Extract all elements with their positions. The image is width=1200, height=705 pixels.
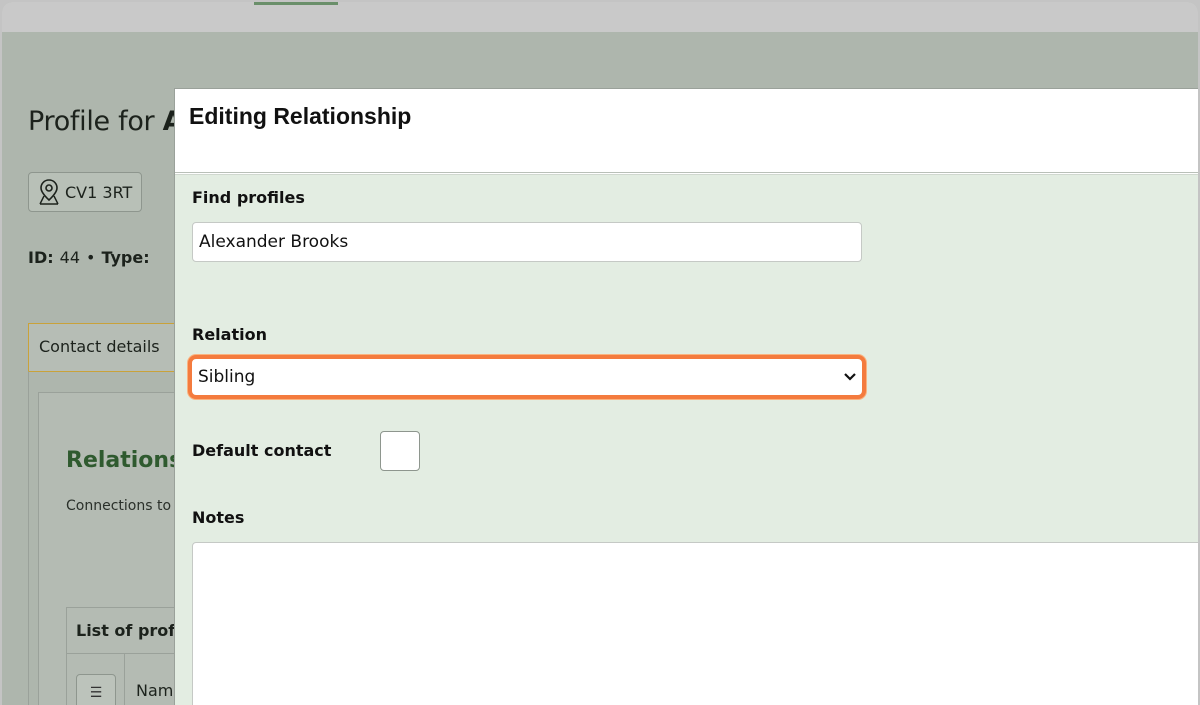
relations-heading: Relations — [66, 448, 183, 473]
type-label: Type: — [101, 248, 150, 267]
notes-label: Notes — [192, 508, 245, 527]
page-title: Profile for A — [28, 106, 184, 137]
default-contact-checkbox[interactable] — [380, 431, 420, 471]
tab-contact-details[interactable]: Contact details — [28, 323, 188, 371]
profiles-list-title: List of prof — [76, 621, 176, 640]
id-label: ID: — [28, 248, 54, 267]
default-contact-label: Default contact — [192, 441, 332, 460]
browser-frame: Profile for A CV1 3RT ID: 44 • Type: Con… — [2, 2, 1198, 705]
profile-meta: ID: 44 • Type: — [28, 248, 150, 267]
postcode-button[interactable]: CV1 3RT — [28, 172, 142, 212]
id-value: 44 — [59, 248, 80, 267]
find-profiles-label: Find profiles — [192, 188, 305, 207]
column-menu-button[interactable]: ☰ — [76, 674, 116, 705]
page-title-prefix: Profile for — [28, 106, 155, 137]
active-tab-indicator — [254, 2, 338, 5]
connections-description: Connections to — [66, 498, 172, 514]
browser-topbar — [2, 2, 1198, 32]
map-pin-icon — [39, 179, 59, 205]
relation-label: Relation — [192, 325, 267, 344]
postcode-label: CV1 3RT — [65, 182, 133, 202]
find-profiles-input[interactable] — [192, 222, 862, 262]
modal-title: Editing Relationship — [189, 103, 412, 129]
relation-select[interactable]: Sibling — [188, 355, 866, 399]
relation-selected-value: Sibling — [198, 367, 256, 387]
meta-separator: • — [86, 248, 96, 267]
name-column-header[interactable]: Nam — [136, 681, 173, 700]
modal-header: Editing Relationship — [175, 89, 1198, 173]
menu-icon: ☰ — [89, 685, 103, 701]
chevron-down-icon — [844, 370, 856, 384]
table-column-divider — [124, 653, 125, 705]
edit-relationship-modal: Editing Relationship Find profiles Relat… — [174, 88, 1198, 705]
notes-textarea[interactable] — [192, 542, 1198, 705]
modal-body: Find profiles Relation Sibling Default c… — [175, 174, 1198, 705]
